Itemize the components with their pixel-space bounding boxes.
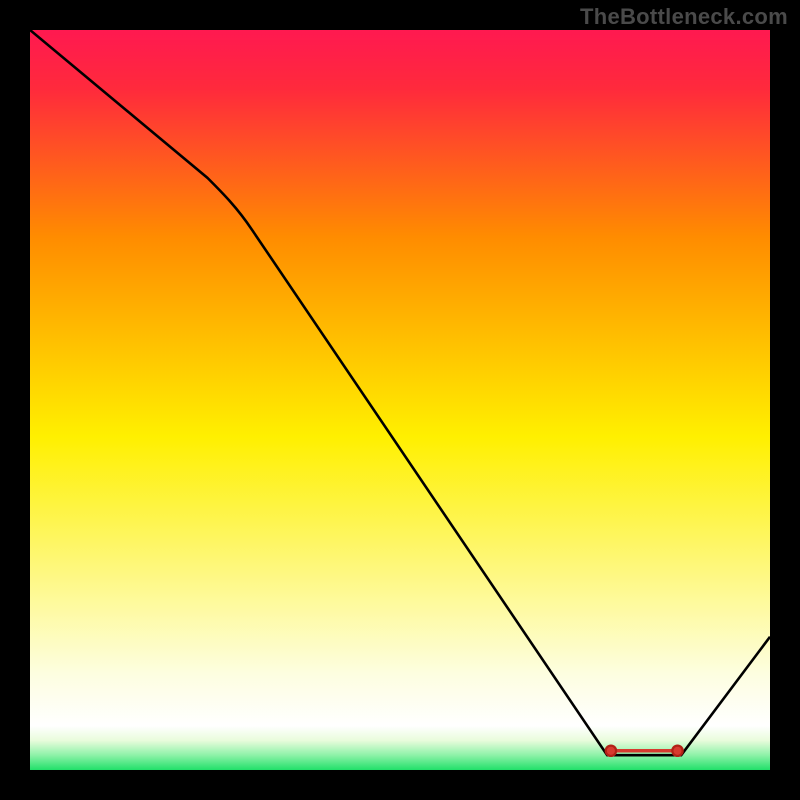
- chart-frame: TheBottleneck.com: [0, 0, 800, 800]
- marker-dot-start: [606, 746, 616, 756]
- marker-dot-end: [672, 746, 682, 756]
- curve-svg: [30, 30, 770, 770]
- plot-area: [30, 30, 770, 770]
- watermark-text: TheBottleneck.com: [580, 4, 788, 30]
- bottleneck-curve: [30, 30, 770, 755]
